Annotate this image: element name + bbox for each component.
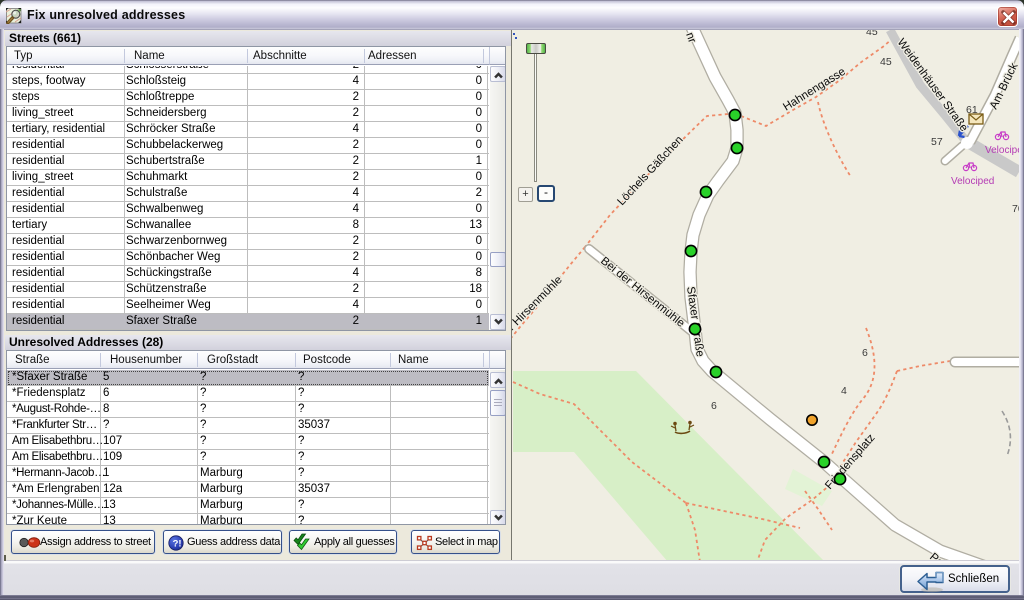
svg-text:?!: ?! — [173, 539, 182, 550]
svg-text:61: 61 — [966, 104, 978, 116]
svg-text:45: 45 — [866, 30, 878, 38]
svg-text:Velociped: Velociped — [985, 145, 1019, 156]
svg-text:6: 6 — [711, 400, 717, 412]
svg-text:4: 4 — [841, 385, 847, 397]
svg-text:70: 70 — [1012, 203, 1019, 215]
svg-text:45: 45 — [880, 56, 892, 68]
svg-text:Velociped: Velociped — [951, 176, 994, 187]
svg-text:57: 57 — [931, 136, 943, 148]
svg-text:6: 6 — [862, 347, 868, 359]
